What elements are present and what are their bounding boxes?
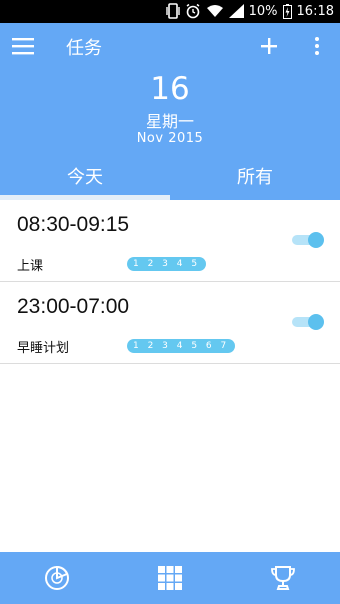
task-toggle[interactable] (292, 232, 324, 248)
task-time: 23:00-07:00 (17, 295, 130, 318)
vibrate-icon (165, 3, 180, 19)
header: 任务 16 星期一 Nov 2015 今天 所有 (0, 23, 340, 200)
date-month-year: Nov 2015 (136, 131, 204, 146)
date-day: 16 (150, 71, 190, 107)
signal-icon (228, 4, 244, 18)
page-title: 任务 (66, 38, 102, 59)
repeat-days-badge: 1 2 3 4 5 (127, 257, 207, 271)
more-vert-icon[interactable] (308, 35, 326, 57)
toolbar: 任务 (0, 23, 340, 69)
task-list: 08:30-09:15 上课 1 2 3 4 5 23:00-07:00 早睡计… (0, 200, 340, 364)
status-bar: 10% 16:18 (0, 0, 340, 23)
task-row[interactable]: 23:00-07:00 早睡计划 1 2 3 4 5 6 7 (0, 282, 340, 364)
grid-icon[interactable] (157, 565, 183, 591)
toggle-knob (308, 314, 324, 330)
task-name: 上课 (17, 259, 44, 274)
timer-icon[interactable] (44, 565, 70, 591)
task-name: 早睡计划 (17, 341, 70, 356)
task-time: 08:30-09:15 (17, 213, 130, 236)
battery-percent: 10% (248, 3, 278, 19)
menu-icon[interactable] (12, 37, 34, 55)
add-icon[interactable] (258, 35, 280, 57)
tab-today[interactable]: 今天 (0, 159, 170, 200)
tab-all[interactable]: 所有 (170, 159, 340, 200)
repeat-days-badge: 1 2 3 4 5 6 7 (127, 339, 236, 353)
date-weekday: 星期一 (145, 112, 194, 131)
toggle-knob (308, 232, 324, 248)
task-toggle[interactable] (292, 314, 324, 330)
clock-time: 16:18 (296, 3, 334, 19)
battery-charging-icon (282, 3, 292, 19)
trophy-icon[interactable] (270, 565, 296, 591)
wifi-icon (206, 5, 223, 17)
alarm-icon (186, 3, 200, 19)
task-row[interactable]: 08:30-09:15 上课 1 2 3 4 5 (0, 200, 340, 282)
bottom-nav (0, 552, 340, 604)
